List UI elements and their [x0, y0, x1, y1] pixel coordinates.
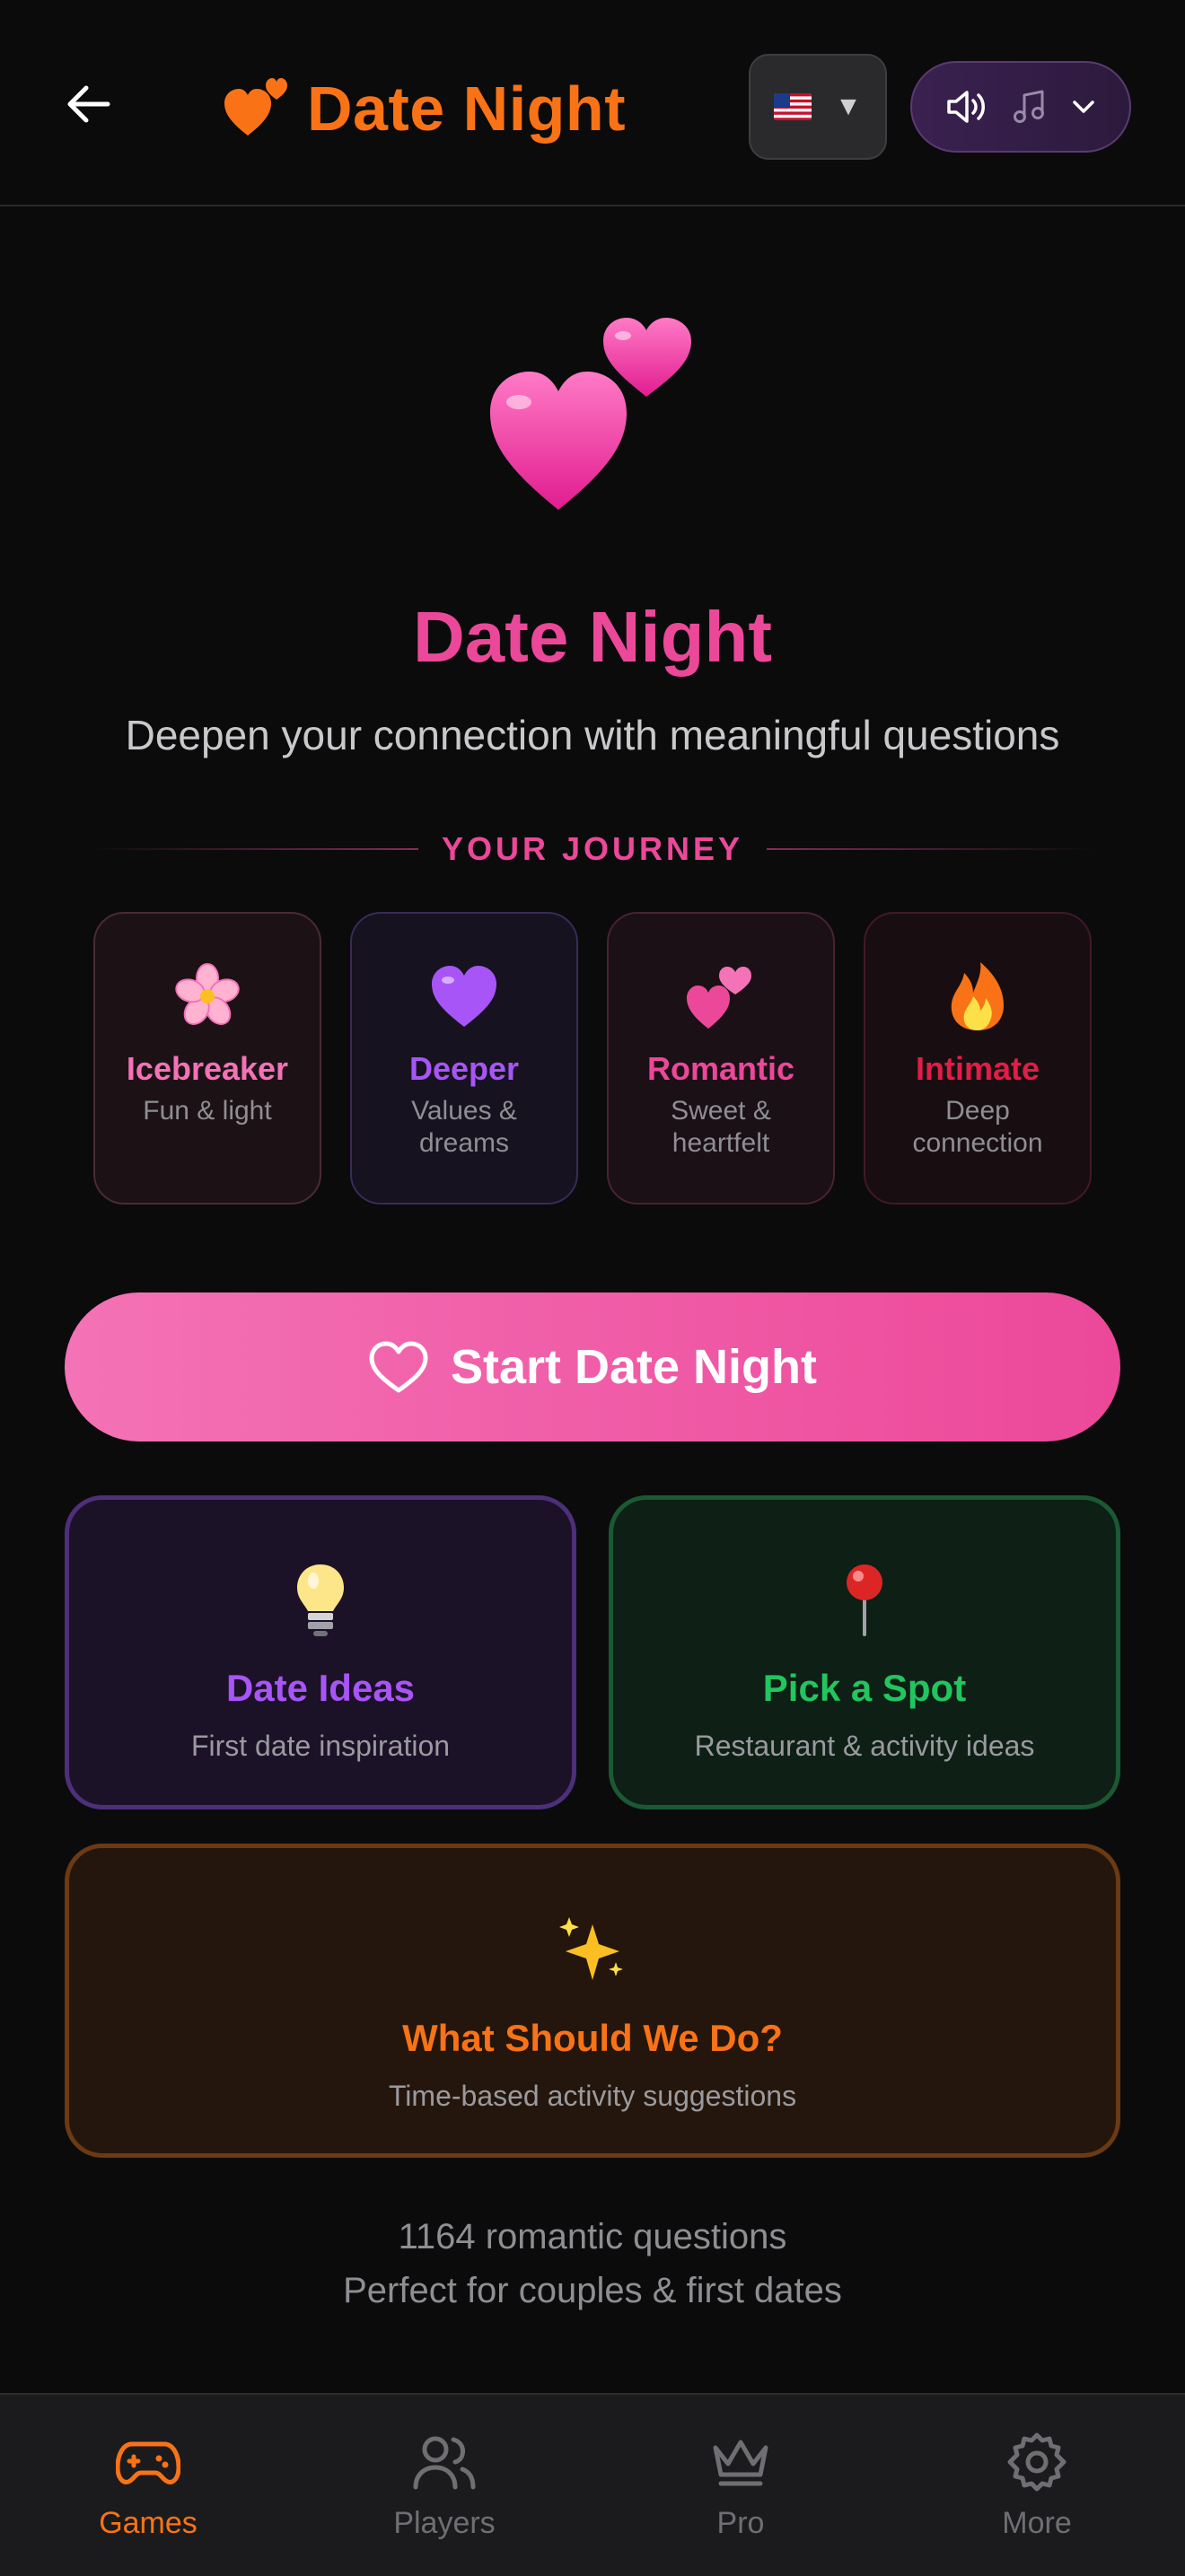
stage-intimate[interactable]: Intimate Deep connection [864, 912, 1092, 1205]
stage-name: Deeper [408, 1050, 520, 1087]
two-hearts-icon [609, 960, 833, 1032]
start-date-night-button[interactable]: Start Date Night [65, 1292, 1120, 1441]
card-title: Pick a Spot [762, 1667, 967, 1709]
question-count: 1164 romantic questions [398, 2217, 787, 2256]
tab-label: Players [393, 2506, 496, 2540]
question-count-info: 1164 romantic questions Perfect for coup… [0, 2210, 1185, 2318]
pick-a-spot-card[interactable]: Pick a Spot Restaurant & activity ideas [609, 1495, 1120, 1809]
arrow-left-icon [67, 85, 110, 123]
card-title: What Should We Do? [402, 2017, 783, 2059]
bottom-tab-bar: Games Players Pro More [0, 2393, 1185, 2576]
brand: Date Night [223, 68, 626, 149]
journey-header: YOUR JOURNEY [90, 826, 1095, 872]
us-flag-icon [774, 93, 812, 120]
stage-name: Icebreaker [126, 1050, 289, 1087]
stage-desc: Sweet & heartfelt [671, 1096, 771, 1158]
app-header: Date Night ▼ [0, 0, 1185, 206]
tab-pro[interactable]: Pro [592, 2395, 889, 2576]
page-title: Date Night [413, 597, 772, 677]
start-button-label: Start Date Night [450, 1340, 818, 1394]
stage-name: Romantic [646, 1050, 795, 1087]
journey-label: YOUR JOURNEY [441, 830, 744, 867]
chevron-down-icon [1073, 101, 1094, 113]
gear-icon [1006, 2431, 1067, 2493]
card-subtitle: Restaurant & activity ideas [694, 1730, 1035, 1762]
language-selector[interactable]: ▼ [749, 54, 887, 160]
gamepad-icon [116, 2431, 180, 2493]
music-note-icon [1014, 90, 1044, 123]
purple-heart-icon [352, 960, 576, 1032]
crown-icon [708, 2431, 773, 2493]
back-button[interactable] [56, 77, 120, 131]
stage-desc: Values & dreams [411, 1096, 517, 1158]
tab-label: Games [99, 2506, 198, 2540]
users-icon [412, 2431, 477, 2493]
speaker-icon [947, 91, 985, 123]
stage-deeper[interactable]: Deeper Values & dreams [350, 912, 578, 1205]
tab-games[interactable]: Games [0, 2395, 296, 2576]
app-title: Date Night [307, 74, 626, 144]
card-title: Date Ideas [225, 1667, 416, 1709]
stage-desc: Fun & light [143, 1096, 272, 1126]
page-subtitle: Deepen your connection with meaningful q… [125, 712, 1060, 758]
heart-logo-icon [224, 78, 287, 136]
card-subtitle: First date inspiration [190, 1730, 451, 1762]
hero-icon [0, 296, 1185, 530]
cherry-blossom-icon [95, 960, 320, 1032]
stage-name: Intimate [915, 1050, 1040, 1087]
audience-note: Perfect for couples & first dates [343, 2271, 842, 2310]
pushpin-icon [613, 1559, 1116, 1640]
lightbulb-icon [69, 1559, 572, 1640]
stage-icebreaker[interactable]: Icebreaker Fun & light [93, 912, 321, 1205]
tab-players[interactable]: Players [296, 2395, 592, 2576]
journey-stages: Icebreaker Fun & light Deeper Values & d… [93, 912, 1092, 1206]
divider [767, 848, 1095, 850]
language-caret: ▼ [835, 92, 862, 121]
card-subtitle: Time-based activity suggestions [388, 2080, 797, 2112]
tab-label: More [1002, 2506, 1072, 2540]
divider [90, 848, 418, 850]
tab-label: Pro [716, 2506, 765, 2540]
fire-icon [865, 960, 1090, 1032]
heart-outline-icon [369, 1341, 428, 1393]
stage-romantic[interactable]: Romantic Sweet & heartfelt [607, 912, 835, 1205]
date-ideas-card[interactable]: Date Ideas First date inspiration [65, 1495, 576, 1809]
stage-desc: Deep connection [912, 1096, 1043, 1158]
audio-controls[interactable] [910, 61, 1131, 153]
what-should-we-do-card[interactable]: What Should We Do? Time-based activity s… [65, 1844, 1120, 2158]
tab-more[interactable]: More [889, 2395, 1185, 2576]
two-hearts-icon [490, 318, 691, 510]
sparkles-icon [69, 1909, 1116, 1990]
